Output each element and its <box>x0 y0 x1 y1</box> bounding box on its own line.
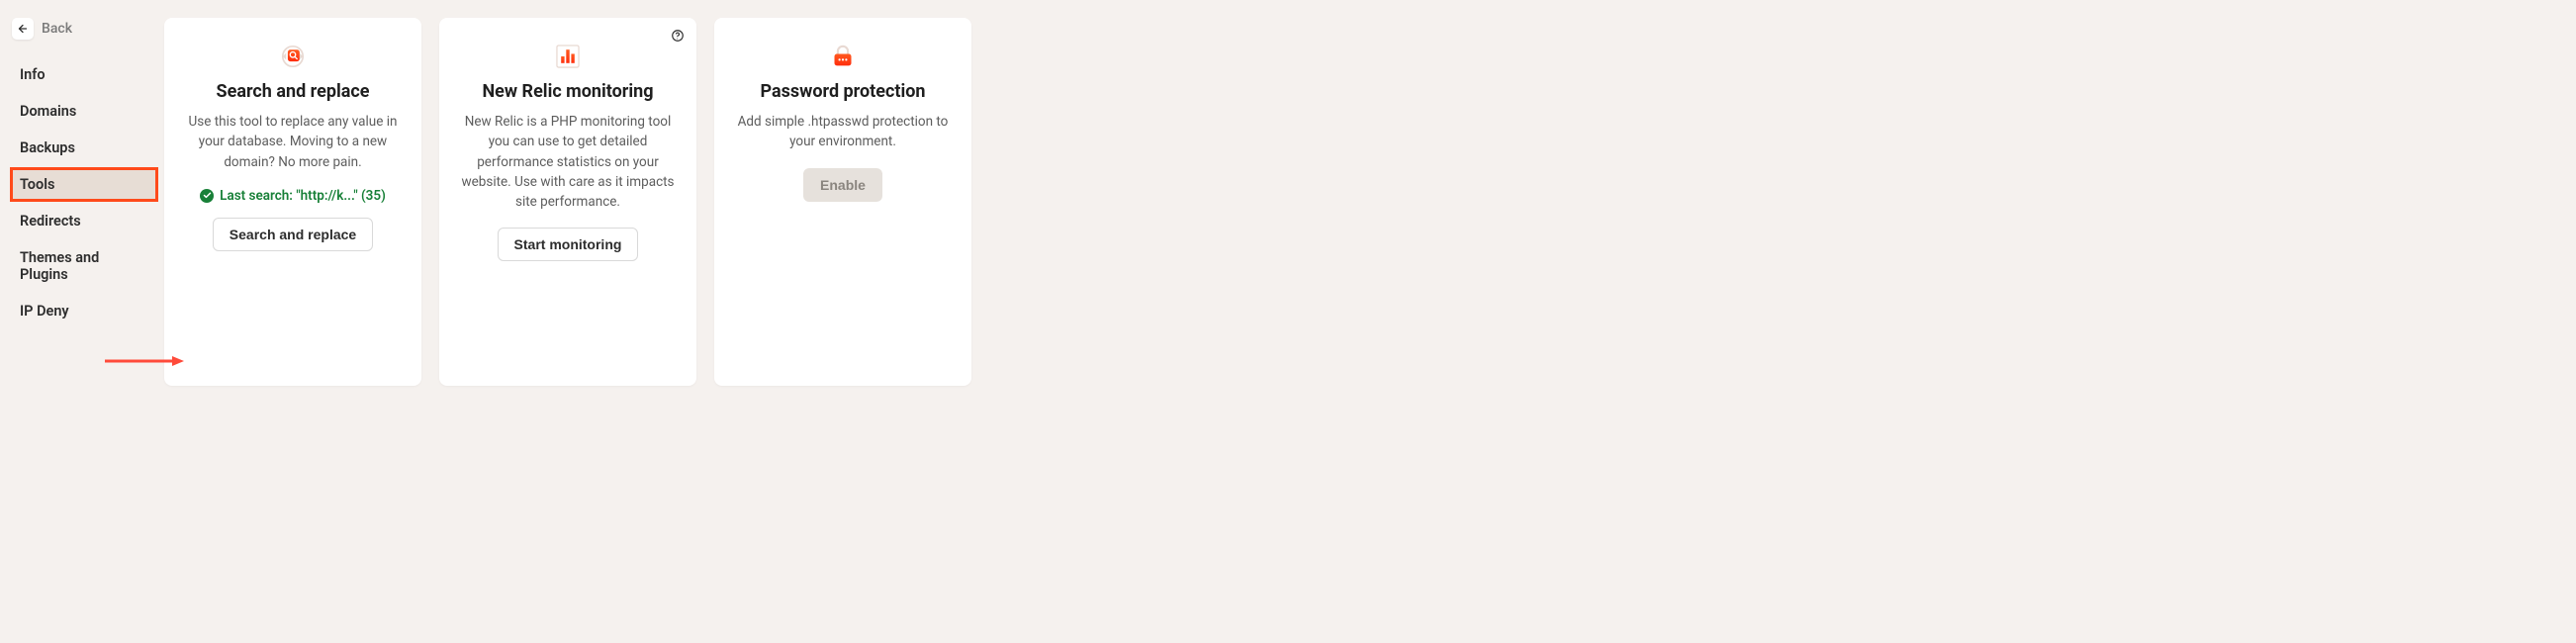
card-new-relic: New Relic monitoring New Relic is a PHP … <box>439 18 696 386</box>
lock-icon <box>826 40 860 73</box>
card-search-replace: Search and replace Use this tool to repl… <box>164 18 421 386</box>
enable-button[interactable]: Enable <box>803 168 882 202</box>
sidebar: Back Info Domains Backups Tools Redirect… <box>0 0 158 386</box>
sidebar-item-redirects[interactable]: Redirects <box>10 204 158 238</box>
cards-area: Search and replace Use this tool to repl… <box>158 0 1546 386</box>
help-icon[interactable] <box>671 28 685 42</box>
sidebar-item-tools[interactable]: Tools <box>10 167 158 202</box>
sidebar-item-label: IP Deny <box>20 303 69 320</box>
sidebar-item-backups[interactable]: Backups <box>10 131 158 165</box>
status-text: Last search: "http://k..." (35) <box>220 188 386 204</box>
card-title: New Relic monitoring <box>457 81 679 102</box>
sidebar-item-label: Info <box>20 66 46 83</box>
check-circle-icon <box>200 189 214 203</box>
bar-chart-icon <box>551 40 585 73</box>
card-title: Password protection <box>732 81 954 102</box>
sidebar-item-label: Domains <box>20 103 76 120</box>
card-title: Search and replace <box>182 81 404 102</box>
sidebar-item-ip-deny[interactable]: IP Deny <box>10 294 158 328</box>
sidebar-item-label: Themes and Plugins <box>20 249 99 283</box>
sidebar-item-label: Tools <box>20 176 54 193</box>
back-row[interactable]: Back <box>10 18 158 40</box>
sidebar-item-domains[interactable]: Domains <box>10 94 158 129</box>
card-description: Use this tool to replace any value in yo… <box>182 112 404 172</box>
back-label: Back <box>42 21 72 37</box>
card-password-protection: Password protection Add simple .htpasswd… <box>714 18 971 386</box>
sidebar-item-info[interactable]: Info <box>10 57 158 92</box>
sidebar-item-themes-plugins[interactable]: Themes and Plugins <box>10 240 158 292</box>
sidebar-item-label: Redirects <box>20 213 81 230</box>
arrow-left-icon <box>17 23 29 35</box>
card-description: Add simple .htpasswd protection to your … <box>732 112 954 152</box>
search-replace-icon <box>276 40 310 73</box>
search-replace-status: Last search: "http://k..." (35) <box>182 188 404 204</box>
card-description: New Relic is a PHP monitoring tool you c… <box>457 112 679 212</box>
back-button[interactable] <box>12 18 34 40</box>
search-replace-button[interactable]: Search and replace <box>213 218 373 251</box>
start-monitoring-button[interactable]: Start monitoring <box>498 228 639 261</box>
sidebar-item-label: Backups <box>20 139 75 156</box>
